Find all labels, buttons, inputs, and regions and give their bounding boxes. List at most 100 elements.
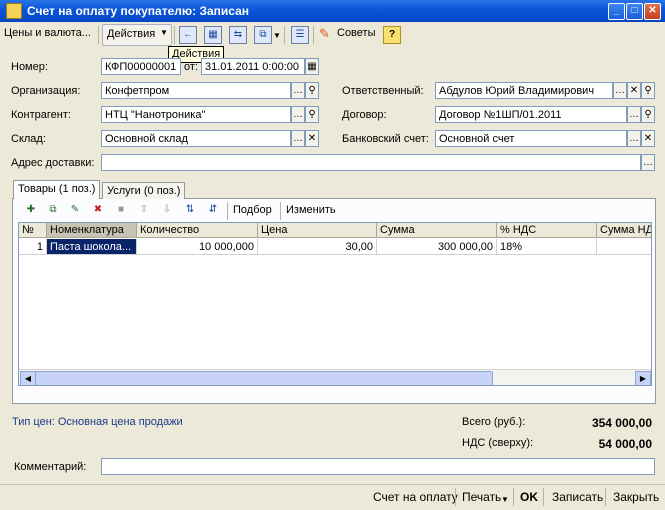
select-ellipsis-button[interactable]: … (627, 106, 641, 123)
close-window-button[interactable]: ✕ (644, 3, 661, 20)
toolbar-separator (174, 26, 175, 44)
save-button[interactable]: Записать (552, 490, 603, 504)
maximize-button[interactable]: □ (626, 3, 643, 20)
toolbar-separator (455, 488, 456, 506)
toolbar-separator (227, 202, 228, 220)
contract-field[interactable]: Договор №1ШП/01.2011 (435, 106, 627, 123)
price-type-link[interactable]: Тип цен: Основная цена продажи (12, 416, 183, 428)
total-label: Всего (руб.): (462, 416, 526, 428)
table-cell-vat-percent[interactable]: 18% (497, 239, 597, 255)
column-header-sum[interactable]: Сумма (377, 223, 497, 238)
chevron-down-icon: ▼ (160, 28, 168, 37)
toolbar-separator (313, 26, 314, 44)
main-toolbar: Цены и валюта... Действия ▼ ← ▦ ⇆ ⧉ ▼ ☰ … (0, 22, 665, 48)
prices-currency-button[interactable]: Цены и валюта... (4, 27, 91, 39)
clear-icon[interactable]: ✕ (627, 82, 641, 99)
responsible-field[interactable]: Абдулов Юрий Владимирович (435, 82, 613, 99)
column-header-vat-percent[interactable]: % НДС (497, 223, 597, 238)
toolbar-separator (605, 488, 606, 506)
number-field[interactable]: КФП00000001 (101, 58, 181, 75)
delete-row-icon[interactable]: ✖ (91, 203, 105, 217)
table-cell-price[interactable]: 30,00 (258, 239, 377, 255)
actions-menu-button[interactable]: Действия ▼ (102, 24, 172, 46)
column-header-quantity[interactable]: Количество (137, 223, 258, 238)
open-search-icon[interactable]: ⚲ (305, 82, 319, 99)
select-ellipsis-button[interactable]: … (627, 130, 641, 147)
open-search-icon[interactable]: ⚲ (641, 82, 655, 99)
number-label: Номер: (11, 61, 48, 73)
end-edit-icon[interactable]: ■ (114, 203, 128, 217)
goods-table[interactable]: № Номенклатура Количество Цена Сумма % Н… (18, 222, 652, 386)
minimize-button[interactable]: _ (608, 3, 625, 20)
clear-icon[interactable]: ✕ (641, 130, 655, 147)
tab-services[interactable]: Услуги (0 поз.) (102, 182, 186, 199)
comment-label: Комментарий: (14, 461, 87, 473)
edit-row-icon[interactable]: ✎ (68, 203, 82, 217)
ok-button[interactable]: OK (520, 490, 538, 504)
contractor-label: Контрагент: (11, 109, 71, 121)
toolbar-separator (543, 488, 544, 506)
print-form-icon[interactable]: ☰ (291, 26, 309, 44)
invoice-print-button[interactable]: Счет на оплату (373, 490, 458, 504)
advice-button[interactable]: Советы (337, 27, 375, 39)
print-menu-button[interactable]: Печать (462, 490, 501, 504)
bank-account-field[interactable]: Основной счет (435, 130, 627, 147)
column-header-price[interactable]: Цена (258, 223, 377, 238)
change-button[interactable]: Изменить (286, 204, 336, 216)
calendar-icon[interactable]: ▦ (305, 58, 319, 75)
chevron-down-icon[interactable]: ▼ (273, 31, 281, 40)
horizontal-scrollbar[interactable]: ◀ ▶ (19, 369, 651, 385)
select-ellipsis-button[interactable]: … (613, 82, 627, 99)
toolbar-separator (98, 26, 99, 44)
column-header-vat-sum[interactable]: Сумма НДС (597, 223, 651, 238)
responsible-label: Ответственный: (342, 85, 424, 97)
scroll-right-icon[interactable]: ▶ (635, 371, 651, 385)
table-cell-vat-sum[interactable] (597, 239, 651, 255)
sort-descending-icon[interactable]: ⇵ (206, 203, 220, 217)
advice-icon: ✎ (319, 26, 330, 41)
comment-field[interactable] (101, 458, 655, 475)
back-arrow-icon[interactable]: ← (179, 26, 197, 44)
table-cell-sum[interactable]: 300 000,00 (377, 239, 497, 255)
organization-label: Организация: (11, 85, 81, 97)
move-down-icon[interactable]: ⇩ (160, 203, 174, 217)
open-search-icon[interactable]: ⚲ (305, 106, 319, 123)
table-cell-number[interactable]: 1 (19, 239, 47, 255)
add-row-icon[interactable]: ✚ (24, 203, 38, 217)
delivery-address-field[interactable] (101, 154, 641, 171)
help-icon[interactable]: ? (383, 26, 401, 44)
structure-icon[interactable]: ⇆ (229, 26, 247, 44)
contractor-field[interactable]: НТЦ "Нанотроника" (101, 106, 291, 123)
select-items-button[interactable]: Подбор (233, 204, 272, 216)
open-search-icon[interactable]: ⚲ (641, 106, 655, 123)
chevron-down-icon[interactable]: ▼ (501, 495, 509, 504)
close-button[interactable]: Закрыть (613, 490, 659, 504)
tab-goods[interactable]: Товары (1 поз.) (13, 180, 101, 199)
copy-row-icon[interactable]: ⧉ (46, 203, 60, 217)
table-cell-item[interactable]: Паста шокола... (47, 239, 137, 255)
journal-icon[interactable]: ▦ (204, 26, 222, 44)
move-up-icon[interactable]: ⇧ (137, 203, 151, 217)
warehouse-field[interactable]: Основной склад (101, 130, 291, 147)
scroll-left-icon[interactable]: ◀ (20, 371, 36, 385)
column-header-number[interactable]: № (19, 223, 47, 238)
bank-account-label: Банковский счет: (342, 133, 429, 145)
clear-icon[interactable]: ✕ (305, 130, 319, 147)
create-based-on-icon[interactable]: ⧉ (254, 26, 272, 44)
organization-field[interactable]: Конфетпром (101, 82, 291, 99)
sort-ascending-icon[interactable]: ⇅ (183, 203, 197, 217)
select-ellipsis-button[interactable]: … (641, 154, 655, 171)
window-titlebar: Счет на оплату покупателю: Записан _ □ ✕ (0, 0, 665, 22)
column-header-item[interactable]: Номенклатура (47, 223, 137, 238)
toolbar-separator (513, 488, 514, 506)
total-value: 354 000,00 (591, 416, 652, 430)
vat-value: 54 000,00 (598, 437, 652, 451)
select-ellipsis-button[interactable]: … (291, 130, 305, 147)
table-cell-quantity[interactable]: 10 000,000 (137, 239, 258, 255)
toolbar-separator (284, 26, 285, 44)
select-ellipsis-button[interactable]: … (291, 82, 305, 99)
select-ellipsis-button[interactable]: … (291, 106, 305, 123)
scrollbar-thumb[interactable] (35, 371, 493, 385)
date-field[interactable]: 31.01.2011 0:00:00 (201, 58, 305, 75)
vat-label: НДС (сверху): (462, 437, 534, 449)
